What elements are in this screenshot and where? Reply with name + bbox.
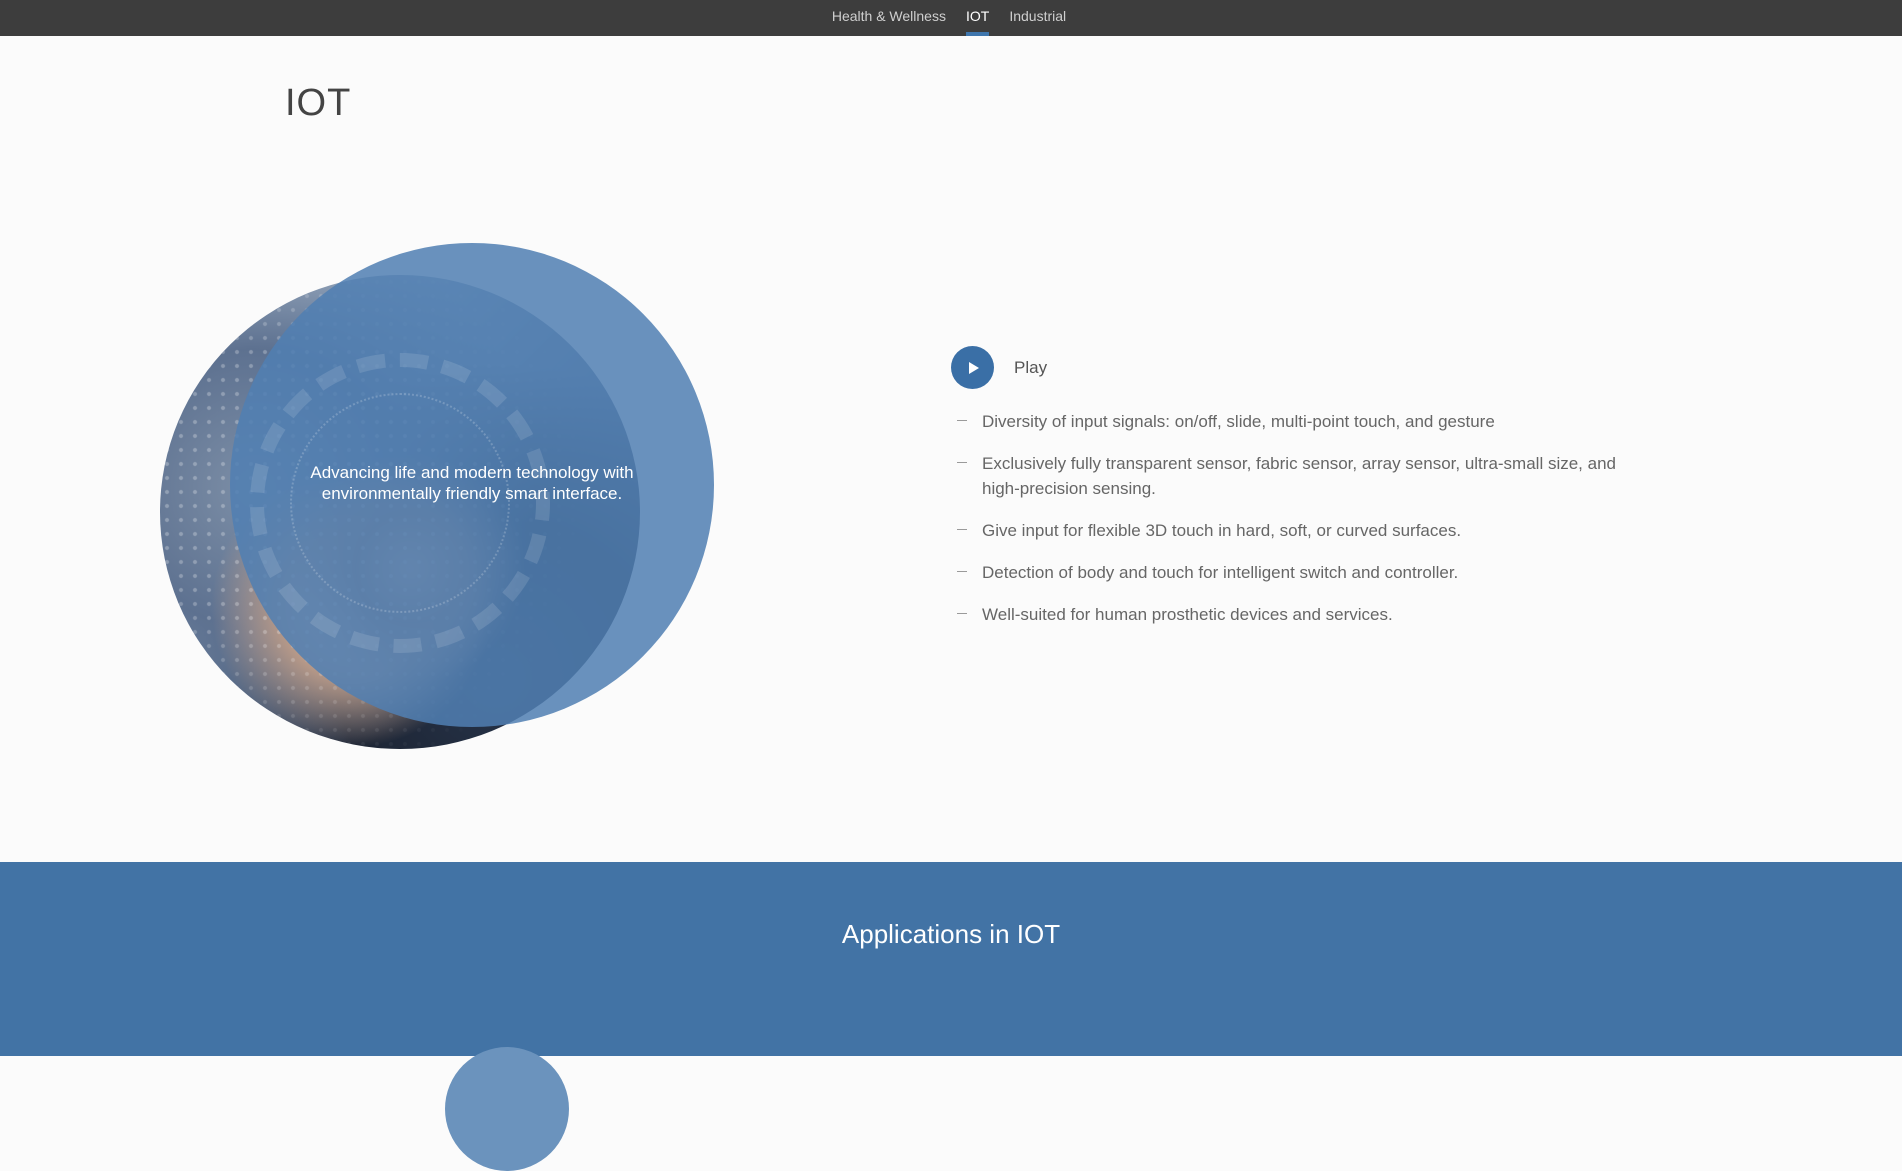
feature-text: Well-suited for human prosthetic devices… [982, 605, 1393, 624]
feature-text: Give input for flexible 3D touch in hard… [982, 521, 1462, 540]
feature-list: Diversity of input signals: on/off, slid… [951, 409, 1651, 627]
play-button[interactable] [951, 346, 994, 389]
play-icon [969, 361, 979, 374]
application-circle-peek [445, 1047, 569, 1171]
feature-text: Detection of body and touch for intellig… [982, 563, 1459, 582]
top-nav: Health & Wellness IOT Industrial [0, 0, 1902, 36]
play-row: Play [951, 346, 1651, 389]
tab-industrial[interactable]: Industrial [1009, 0, 1066, 36]
dash-icon [957, 613, 967, 614]
tab-health-wellness[interactable]: Health & Wellness [832, 0, 946, 36]
list-item: Detection of body and touch for intellig… [957, 560, 1651, 585]
dash-icon [957, 529, 967, 530]
list-item: Diversity of input signals: on/off, slid… [957, 409, 1651, 434]
hero-blue-circle: Advancing life and modern technology wit… [230, 243, 714, 727]
list-item: Well-suited for human prosthetic devices… [957, 602, 1651, 627]
hero-tagline: Advancing life and modern technology wit… [310, 463, 634, 503]
dash-icon [957, 571, 967, 572]
tab-iot[interactable]: IOT [965, 0, 990, 36]
feature-text: Diversity of input signals: on/off, slid… [982, 412, 1495, 431]
dash-icon [957, 420, 967, 421]
dash-icon [957, 462, 967, 463]
applications-section: Applications in IOT [0, 862, 1902, 1171]
applications-title: Applications in IOT [841, 919, 1061, 949]
list-item: Give input for flexible 3D touch in hard… [957, 518, 1651, 543]
list-item: Exclusively fully transparent sensor, fa… [957, 451, 1651, 501]
hero-visual: Advancing life and modern technology wit… [160, 243, 720, 753]
page-title: IOT [285, 82, 352, 124]
category-tabs: Health & Wellness IOT Industrial [832, 0, 1066, 36]
feature-text: Exclusively fully transparent sensor, fa… [982, 454, 1616, 498]
feature-section: Play Diversity of input signals: on/off,… [951, 346, 1651, 644]
play-label[interactable]: Play [1014, 358, 1047, 378]
